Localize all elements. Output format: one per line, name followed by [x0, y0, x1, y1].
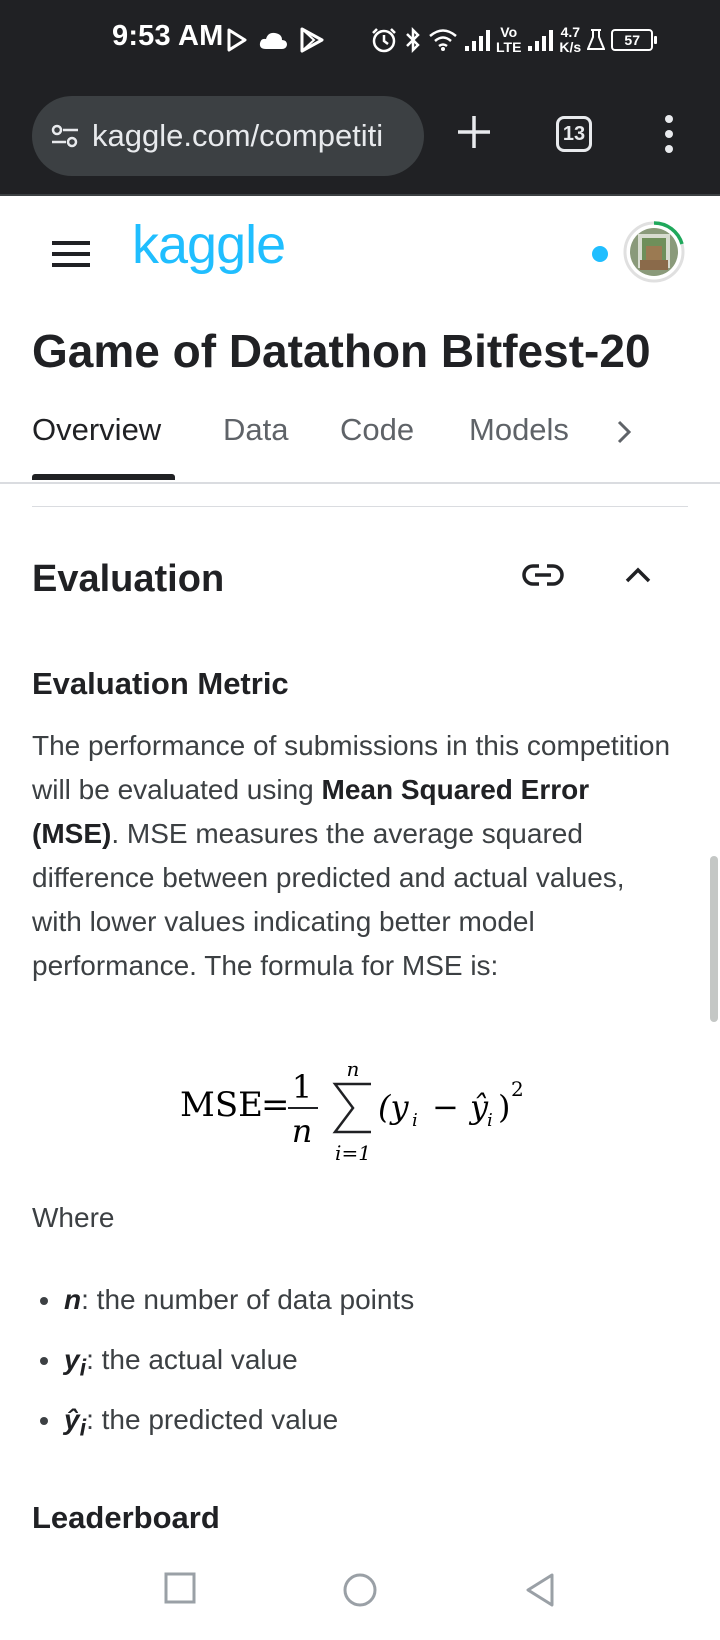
formula-sum-upper: n [347, 1060, 360, 1081]
formula-minus: − [432, 1088, 459, 1126]
formula-body: (y [378, 1088, 409, 1126]
variable-description: : the actual value [86, 1344, 298, 1375]
more-options-icon[interactable] [663, 114, 675, 154]
evaluation-description: The performance of submissions in this c… [32, 724, 682, 988]
formula-close: ) [498, 1088, 510, 1126]
browser-toolbar: kaggle.com/competiti 13 [0, 84, 720, 196]
cloud-icon [259, 32, 287, 49]
list-item: n: the number of data points [32, 1282, 672, 1342]
list-item: yi: the actual value [32, 1342, 672, 1402]
link-icon[interactable] [522, 562, 564, 588]
formula-denominator: n [292, 1112, 313, 1150]
evaluation-metric-heading: Evaluation Metric [32, 666, 289, 701]
variable-name: n [64, 1284, 82, 1315]
network-speed: 4.7 K/s [559, 25, 581, 55]
formula-numerator: 1 [292, 1068, 312, 1106]
play-arrow-icon [227, 28, 247, 52]
network-speed-value: 4.7 [560, 24, 581, 40]
signal-bars-2-icon [528, 30, 554, 51]
back-triangle-icon[interactable] [524, 1572, 556, 1608]
variable-definitions: n: the number of data points yi: the act… [32, 1282, 672, 1462]
volte-bottom-text: LTE [496, 39, 522, 55]
kaggle-header: kaggle [0, 196, 720, 306]
variable-name: y [64, 1344, 80, 1375]
tab-overview[interactable]: Overview [32, 412, 161, 448]
formula-lhs: MSE [180, 1085, 263, 1125]
paragraph-text-2: . MSE measures the average squared diffe… [32, 818, 625, 981]
battery-indicator: 57 [611, 29, 658, 51]
section-heading: Evaluation [32, 558, 225, 600]
competition-tabs: Overview Data Code Models [0, 400, 720, 484]
formula-sub-i-2: i [487, 1110, 493, 1131]
active-tab-indicator [32, 474, 175, 480]
play-store-icon [300, 27, 324, 53]
formula-power: 2 [511, 1077, 524, 1101]
new-tab-plus-icon[interactable] [455, 113, 493, 151]
formula-sigma [332, 1082, 371, 1134]
battery-nub [654, 36, 658, 44]
tab-code[interactable]: Code [340, 412, 414, 448]
formula-equals: = [261, 1085, 290, 1125]
bluetooth-icon [406, 26, 420, 54]
kaggle-logo[interactable]: kaggle [132, 214, 286, 276]
variable-name: ŷ [64, 1404, 80, 1435]
mse-formula: MSE = 1 n n i=1 (y i − ŷ i ) 2 [180, 1060, 524, 1165]
leaderboard-heading: Leaderboard [32, 1500, 220, 1535]
volte-top-text: Vo [500, 24, 518, 40]
notification-dot[interactable] [592, 246, 608, 262]
chevron-up-icon[interactable] [624, 565, 652, 585]
section-divider [32, 506, 688, 507]
status-system-icons: Vo LTE 4.7 K/s 57 [370, 18, 658, 62]
url-text[interactable]: kaggle.com/competiti [92, 118, 383, 154]
formula-sub-i: i [412, 1110, 418, 1131]
chevron-right-icon[interactable] [614, 418, 634, 446]
status-notification-icons [226, 18, 326, 62]
android-navigation-bar [0, 1552, 720, 1640]
list-item: ŷi: the predicted value [32, 1402, 672, 1462]
variable-description: : the predicted value [86, 1404, 339, 1435]
tab-switcher-button[interactable]: 13 [556, 116, 592, 152]
user-avatar[interactable] [622, 220, 686, 284]
wifi-icon [429, 29, 457, 51]
address-bar[interactable]: kaggle.com/competiti [32, 96, 424, 176]
variable-description: : the number of data points [81, 1284, 415, 1315]
where-label: Where [32, 1202, 115, 1233]
tab-models[interactable]: Models [469, 412, 569, 448]
home-circle-icon[interactable] [342, 1572, 378, 1608]
battery-level: 57 [611, 29, 654, 51]
menu-icon[interactable] [52, 241, 90, 267]
page-scrollbar[interactable] [710, 856, 718, 1022]
status-time: 9:53 AM [112, 20, 224, 52]
volte-indicator: Vo LTE [496, 25, 521, 55]
site-settings-icon[interactable] [50, 123, 80, 149]
formula-yhat: ŷ [468, 1088, 489, 1126]
status-bar: 9:53 AM Vo LTE 4.7 K/s 57 [0, 0, 720, 84]
alarm-icon [372, 28, 396, 53]
tab-data[interactable]: Data [223, 412, 288, 448]
formula-sum-lower: i=1 [335, 1141, 371, 1165]
signal-bars-icon [465, 30, 490, 51]
flask-icon [587, 29, 606, 50]
recents-square-icon[interactable] [164, 1572, 196, 1604]
competition-title: Game of Datathon Bitfest-20 [32, 325, 651, 377]
network-speed-unit: K/s [559, 39, 582, 55]
